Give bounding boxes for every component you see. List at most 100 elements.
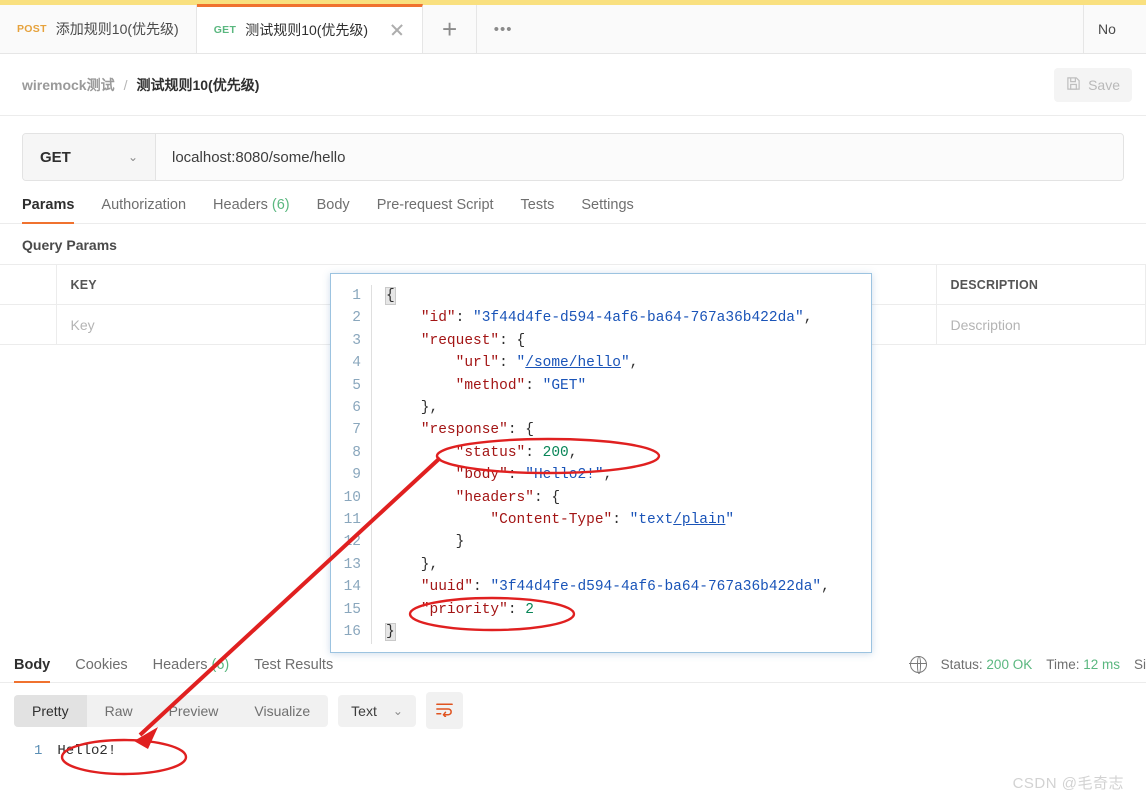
environment-selector[interactable]: No: [1084, 5, 1146, 53]
json-token: ,: [568, 444, 578, 461]
json-token: ,: [603, 467, 613, 484]
response-time-value: 12 ms: [1083, 657, 1120, 672]
response-section: Body Cookies Headers (6) Test Results St…: [0, 643, 1146, 803]
tab-options-button[interactable]: •••: [477, 5, 530, 53]
json-line: "status": 200,: [386, 442, 871, 464]
view-mode-preview[interactable]: Preview: [151, 695, 237, 727]
json-token: ,: [629, 355, 639, 372]
json-token: : {: [499, 332, 526, 349]
json-token: :: [507, 467, 526, 484]
json-token: 2: [525, 601, 534, 618]
json-line-number: 16: [343, 624, 361, 641]
json-token: :: [473, 579, 491, 596]
close-icon[interactable]: [389, 22, 405, 38]
response-tab-test-results[interactable]: Test Results: [254, 657, 333, 682]
response-body-line-number: 1: [34, 743, 43, 759]
response-tab-body[interactable]: Body: [14, 657, 51, 683]
tab-settings[interactable]: Settings: [581, 197, 633, 223]
json-line-number-gutter: 1 2 3 4 5 6 7 8 9 10 11 12 13 14 15 16: [331, 285, 371, 644]
row-description-cell[interactable]: Description: [935, 304, 1146, 345]
floppy-disk-icon: [1066, 76, 1081, 94]
json-line-number: 7: [352, 422, 361, 439]
csdn-watermark: CSDN @毛奇志: [1012, 775, 1124, 792]
json-token[interactable]: /plain: [673, 512, 725, 528]
json-token: "Hello2!": [525, 467, 604, 484]
column-header-description: DESCRIPTION: [935, 264, 1146, 305]
json-line-number: 2: [352, 310, 361, 327]
url-input[interactable]: localhost:8080/some/hello: [156, 134, 1123, 180]
url-bar: GET ⌄ localhost:8080/some/hello: [22, 133, 1124, 181]
json-line-number: 1: [352, 288, 361, 304]
json-token: "Content-Type": [490, 512, 613, 529]
tab-body[interactable]: Body: [317, 197, 350, 223]
json-definition-popup[interactable]: 1 2 3 4 5 6 7 8 9 10 11 12 13 14 15 16 { "id": "3f44d4f…: [330, 273, 872, 653]
json-token: }: [385, 623, 396, 642]
ellipsis-icon: •••: [493, 20, 513, 38]
json-token: "priority": [420, 601, 508, 618]
request-tab-test-rule[interactable]: GET 测试规则10(优先级): [196, 4, 424, 53]
tab-pre-request-script[interactable]: Pre-request Script: [377, 197, 494, 223]
response-format-value: Text: [351, 702, 377, 719]
tab-tests[interactable]: Tests: [521, 197, 555, 223]
request-tab-add-rule[interactable]: POST 添加规则10(优先级): [0, 5, 197, 53]
json-line: "body": "Hello2!",: [386, 464, 871, 486]
response-tab-headers-label: Headers: [152, 657, 208, 673]
response-format-select[interactable]: Text ⌄: [338, 694, 416, 727]
json-popup-content: 1 2 3 4 5 6 7 8 9 10 11 12 13 14 15 16 { "id": "3f44d4f…: [331, 274, 871, 644]
tab-params[interactable]: Params: [22, 197, 75, 224]
tab-method-label: POST: [17, 23, 47, 35]
response-body-text: Hello2!: [57, 743, 117, 759]
http-method-value: GET: [40, 148, 71, 166]
json-token: ": [725, 512, 735, 529]
column-header-checkbox: [0, 264, 57, 305]
json-line: "headers": {: [386, 487, 871, 509]
url-bar-row: GET ⌄ localhost:8080/some/hello: [0, 116, 1146, 181]
tab-settings-label: Settings: [581, 197, 634, 213]
wrap-lines-button[interactable]: [425, 692, 463, 729]
save-button[interactable]: Save: [1054, 67, 1132, 102]
view-mode-visualize[interactable]: Visualize: [236, 695, 328, 727]
new-tab-button[interactable]: +: [423, 5, 478, 53]
tab-pre-request-script-label: Pre-request Script: [376, 197, 494, 213]
json-token: "3f44d4fe-d594-4af6-ba64-767a36b422da": [473, 310, 804, 327]
tab-headers[interactable]: Headers (6): [213, 197, 290, 223]
json-token: "response": [420, 422, 508, 439]
row-checkbox-cell[interactable]: [0, 304, 57, 345]
json-line: }: [386, 531, 871, 553]
json-token: :: [499, 355, 517, 372]
json-token: },: [386, 556, 439, 573]
chevron-down-icon: ⌄: [127, 150, 138, 164]
tab-params-label: Params: [22, 197, 75, 213]
query-params-title: Query Params: [22, 237, 117, 253]
json-line: "method": "GET": [386, 375, 871, 397]
json-token: :: [525, 377, 543, 394]
tab-authorization-label: Authorization: [101, 197, 187, 213]
view-mode-pretty[interactable]: Pretty: [14, 694, 87, 727]
json-token: "text: [629, 512, 674, 529]
response-tab-body-label: Body: [14, 657, 51, 673]
save-button-label: Save: [1088, 76, 1120, 93]
response-view-toolbar: Pretty Raw Preview Visualize Text ⌄: [0, 683, 1146, 729]
json-token[interactable]: /some/hello: [525, 355, 621, 371]
tab-authorization[interactable]: Authorization: [101, 197, 186, 223]
json-line: },: [386, 397, 871, 419]
http-method-select[interactable]: GET ⌄: [23, 134, 156, 180]
json-line: "Content-Type": "text/plain": [386, 509, 871, 531]
response-tab-headers[interactable]: Headers (6): [153, 657, 230, 682]
json-token: }: [386, 534, 465, 551]
response-status: Status: 200 OK: [941, 657, 1033, 672]
json-line-number: 13: [343, 556, 361, 573]
json-line-number: 10: [343, 489, 361, 506]
breadcrumb-collection[interactable]: wiremock测试: [22, 75, 115, 95]
view-mode-raw[interactable]: Raw: [87, 695, 151, 727]
tab-headers-count: (6): [271, 197, 290, 213]
json-token: : {: [533, 489, 561, 506]
response-tab-cookies[interactable]: Cookies: [75, 657, 127, 682]
breadcrumb-separator: /: [123, 76, 128, 93]
json-line-number: 12: [343, 534, 361, 551]
